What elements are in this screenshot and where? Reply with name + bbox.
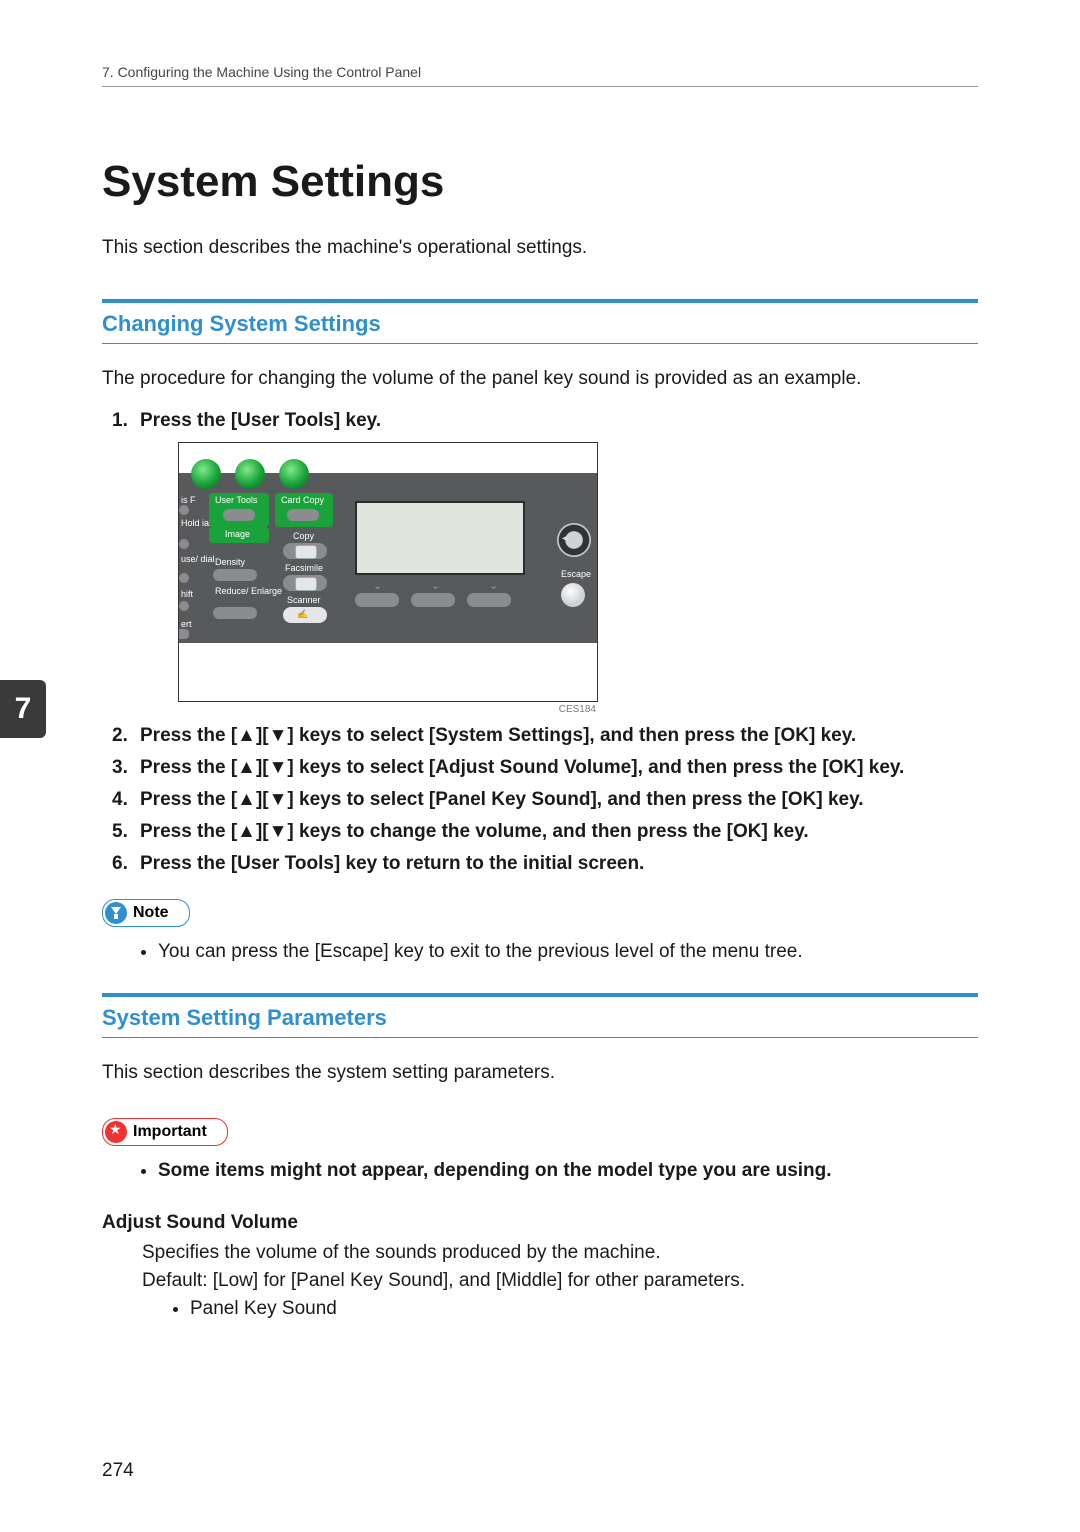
running-header: 7. Configuring the Machine Using the Con… (102, 64, 978, 87)
parameter-term: Adjust Sound Volume (102, 1212, 978, 1234)
note-icon (105, 902, 127, 924)
section-setting-parameters: System Setting Parameters This section d… (102, 993, 978, 1320)
section-rule (102, 343, 978, 344)
section-intro: The procedure for changing the volume of… (102, 368, 978, 390)
parameter-description: Specifies the volume of the sounds produ… (142, 1242, 978, 1264)
step-text: Press the [▲][▼] keys to select [System … (140, 725, 856, 746)
important-icon (105, 1121, 127, 1143)
step-text: Press the [▲][▼] keys to select [Panel K… (140, 789, 864, 810)
parameter-default: Default: [Low] for [Panel Key Sound], an… (142, 1270, 978, 1292)
step-text: Press the [▲][▼] keys to select [Adjust … (140, 757, 904, 778)
section-rule (102, 1037, 978, 1038)
step-item: 4.Press the [▲][▼] keys to select [Panel… (140, 789, 978, 811)
step-number: 3. (112, 757, 128, 779)
step-number: 2. (112, 725, 128, 747)
section-intro: This section describes the system settin… (102, 1062, 978, 1084)
page-title: System Settings (102, 157, 978, 207)
figure-control-panel: is F Hold ial use/ dial hift ert User To… (178, 442, 978, 715)
lead-paragraph: This section describes the machine's ope… (102, 237, 978, 259)
note-list: You can press the [Escape] key to exit t… (132, 941, 978, 963)
note-callout: Note (102, 899, 190, 927)
step-item: 1.Press the [User Tools] key. (140, 410, 978, 432)
important-callout: Important (102, 1118, 228, 1146)
step-text: Press the [User Tools] key to return to … (140, 853, 644, 874)
step-list: 1.Press the [User Tools] key. is F Hold … (102, 410, 978, 875)
figure-image: is F Hold ial use/ dial hift ert User To… (178, 442, 598, 702)
important-item: Some items might not appear, depending o… (158, 1160, 978, 1182)
step-number: 1. (112, 410, 128, 432)
step-item: 5.Press the [▲][▼] keys to change the vo… (140, 821, 978, 843)
chapter-tab: 7 (0, 680, 46, 738)
step-number: 6. (112, 853, 128, 875)
parameter-sublist: Panel Key Sound (166, 1298, 978, 1320)
step-number: 5. (112, 821, 128, 843)
section-title: System Setting Parameters (102, 997, 978, 1037)
step-text: Press the [User Tools] key. (140, 410, 381, 431)
page-number: 274 (102, 1460, 134, 1482)
step-item: 6.Press the [User Tools] key to return t… (140, 853, 978, 875)
important-list: Some items might not appear, depending o… (132, 1160, 978, 1182)
step-number: 4. (112, 789, 128, 811)
step-item: 2.Press the [▲][▼] keys to select [Syste… (140, 725, 978, 747)
note-item: You can press the [Escape] key to exit t… (158, 941, 978, 963)
important-label: Important (133, 1123, 207, 1141)
step-text: Press the [▲][▼] keys to change the volu… (140, 821, 809, 842)
parameter-subitem: Panel Key Sound (190, 1298, 978, 1320)
step-item: 3.Press the [▲][▼] keys to select [Adjus… (140, 757, 978, 779)
figure-caption: CES184 (178, 704, 596, 715)
section-title: Changing System Settings (102, 303, 978, 343)
note-label: Note (133, 904, 169, 922)
section-changing-settings: Changing System Settings The procedure f… (102, 299, 978, 963)
